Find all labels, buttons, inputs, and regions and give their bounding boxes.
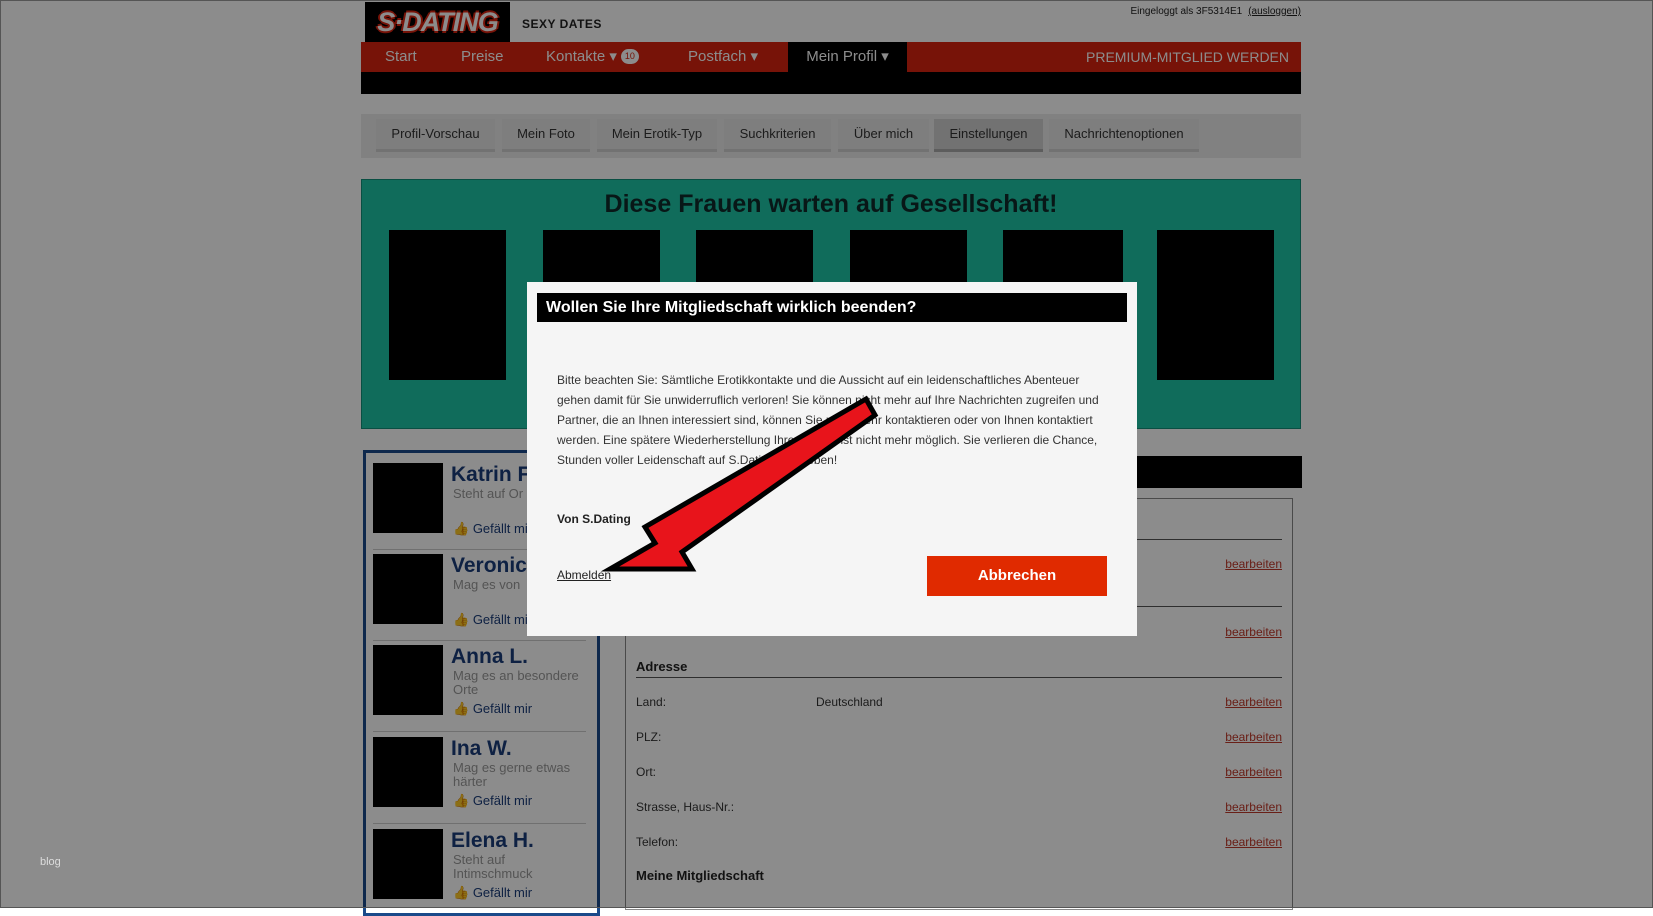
abbrechen-button[interactable]: Abbrechen: [927, 556, 1107, 596]
dialog-title: Wollen Sie Ihre Mitgliedschaft wirklich …: [537, 293, 1127, 322]
watermark: blog: [40, 856, 61, 868]
arrow-shape: [600, 395, 879, 572]
red-arrow-annotation: [600, 395, 879, 572]
page: S·DATING SEXY DATES Eingeloggt als 3F531…: [0, 0, 1653, 916]
